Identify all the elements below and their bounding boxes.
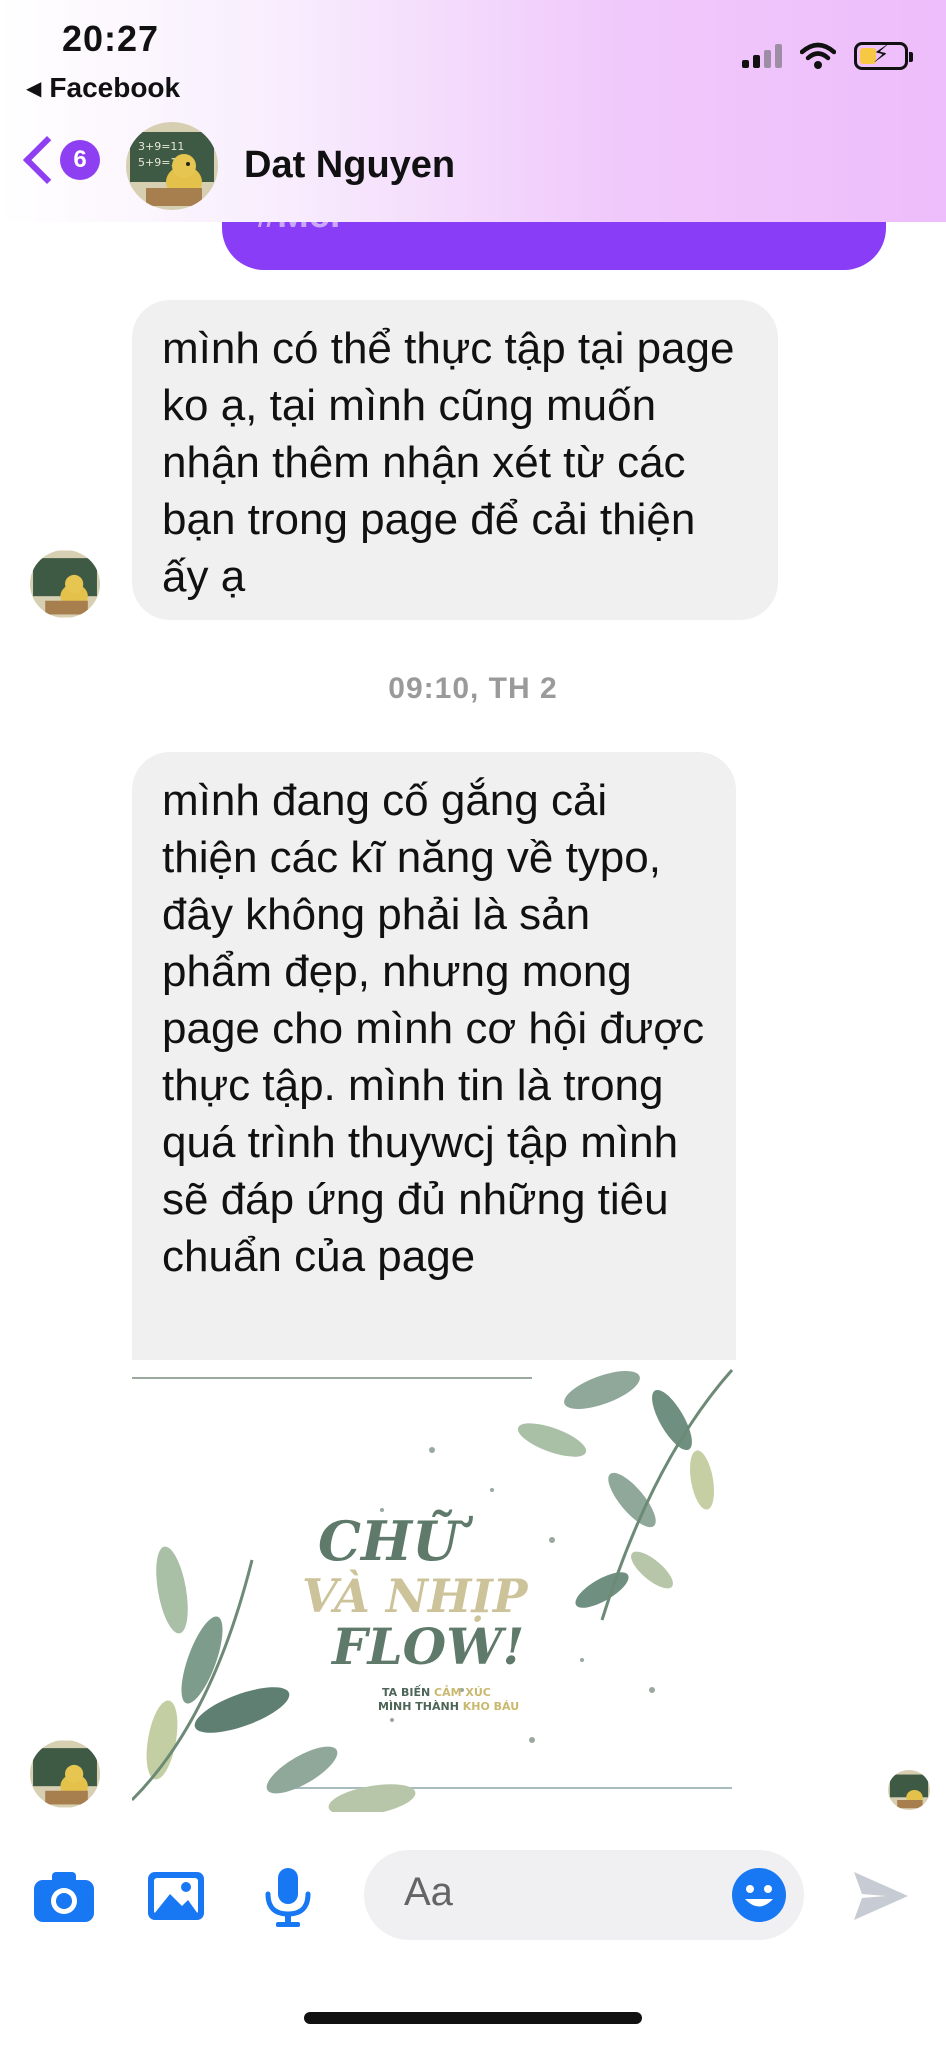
contact-name: Dat Nguyen (244, 144, 456, 186)
emoji-icon[interactable] (730, 1866, 788, 1924)
image-icon[interactable] (142, 1862, 210, 1930)
send-icon[interactable] (846, 1862, 914, 1930)
message-composer: Aa (0, 1840, 946, 1950)
message-input[interactable]: Aa (364, 1850, 804, 1940)
message-text: mình đang cố gắng cải thiện các kĩ năng … (162, 776, 705, 1281)
svg-text:3+9=11: 3+9=11 (138, 140, 184, 153)
battery-icon: ⚡ (854, 41, 913, 70)
back-app-label: Facebook (49, 72, 181, 103)
poster-title-line-2: VÀ NHỊP (302, 1568, 529, 1623)
chevron-left-icon (22, 135, 72, 185)
camera-icon[interactable] (30, 1862, 98, 1930)
poster-illustration: CHỮ VÀ NHỊP FLOW! TA BIẾN CẢM XÚC MÌNH T… (132, 1360, 736, 1812)
read-receipt-avatar (888, 1770, 930, 1810)
poster-title-line-1: CHỮ (318, 1509, 473, 1573)
back-to-app-link[interactable]: ◀ Facebook (26, 72, 180, 104)
microphone-icon[interactable] (254, 1862, 322, 1930)
status-icons: ⚡ (742, 41, 913, 70)
charging-bolt-icon: ⚡ (872, 41, 890, 68)
sender-avatar[interactable] (30, 550, 100, 618)
image-attachment[interactable]: CHỮ VÀ NHỊP FLOW! TA BIẾN CẢM XÚC MÌNH T… (132, 1360, 736, 1812)
status-time: 20:27 (62, 18, 160, 59)
sender-avatar[interactable] (30, 1740, 100, 1808)
received-message-bubble[interactable]: mình có thể thực tập tại page ko ạ, tại … (132, 300, 778, 620)
chat-header: 20:27 ◀ Facebook ⚡ 6 3+9=11 5+9=14 Dat N… (0, 0, 946, 222)
cellular-signal-icon (742, 44, 782, 68)
received-message-bubble[interactable]: mình đang cố gắng cải thiện các kĩ năng … (132, 752, 736, 1360)
poster-tagline-2: MÌNH THÀNH KHO BÁU (378, 1700, 519, 1713)
contact-avatar[interactable]: 3+9=11 5+9=14 (126, 122, 218, 210)
message-text: mình có thể thực tập tại page ko ạ, tại … (162, 324, 735, 601)
back-triangle-icon: ◀ (26, 77, 42, 100)
message-input-placeholder: Aa (404, 1870, 453, 1914)
back-button[interactable]: 6 (20, 135, 100, 185)
poster-tagline-1: TA BIẾN CẢM XÚC (382, 1684, 491, 1699)
poster-title-line-3: FLOW! (330, 1617, 524, 1676)
wifi-icon (800, 42, 836, 69)
message-timestamp: 09:10, TH 2 (388, 672, 558, 705)
home-indicator[interactable] (304, 2012, 642, 2024)
